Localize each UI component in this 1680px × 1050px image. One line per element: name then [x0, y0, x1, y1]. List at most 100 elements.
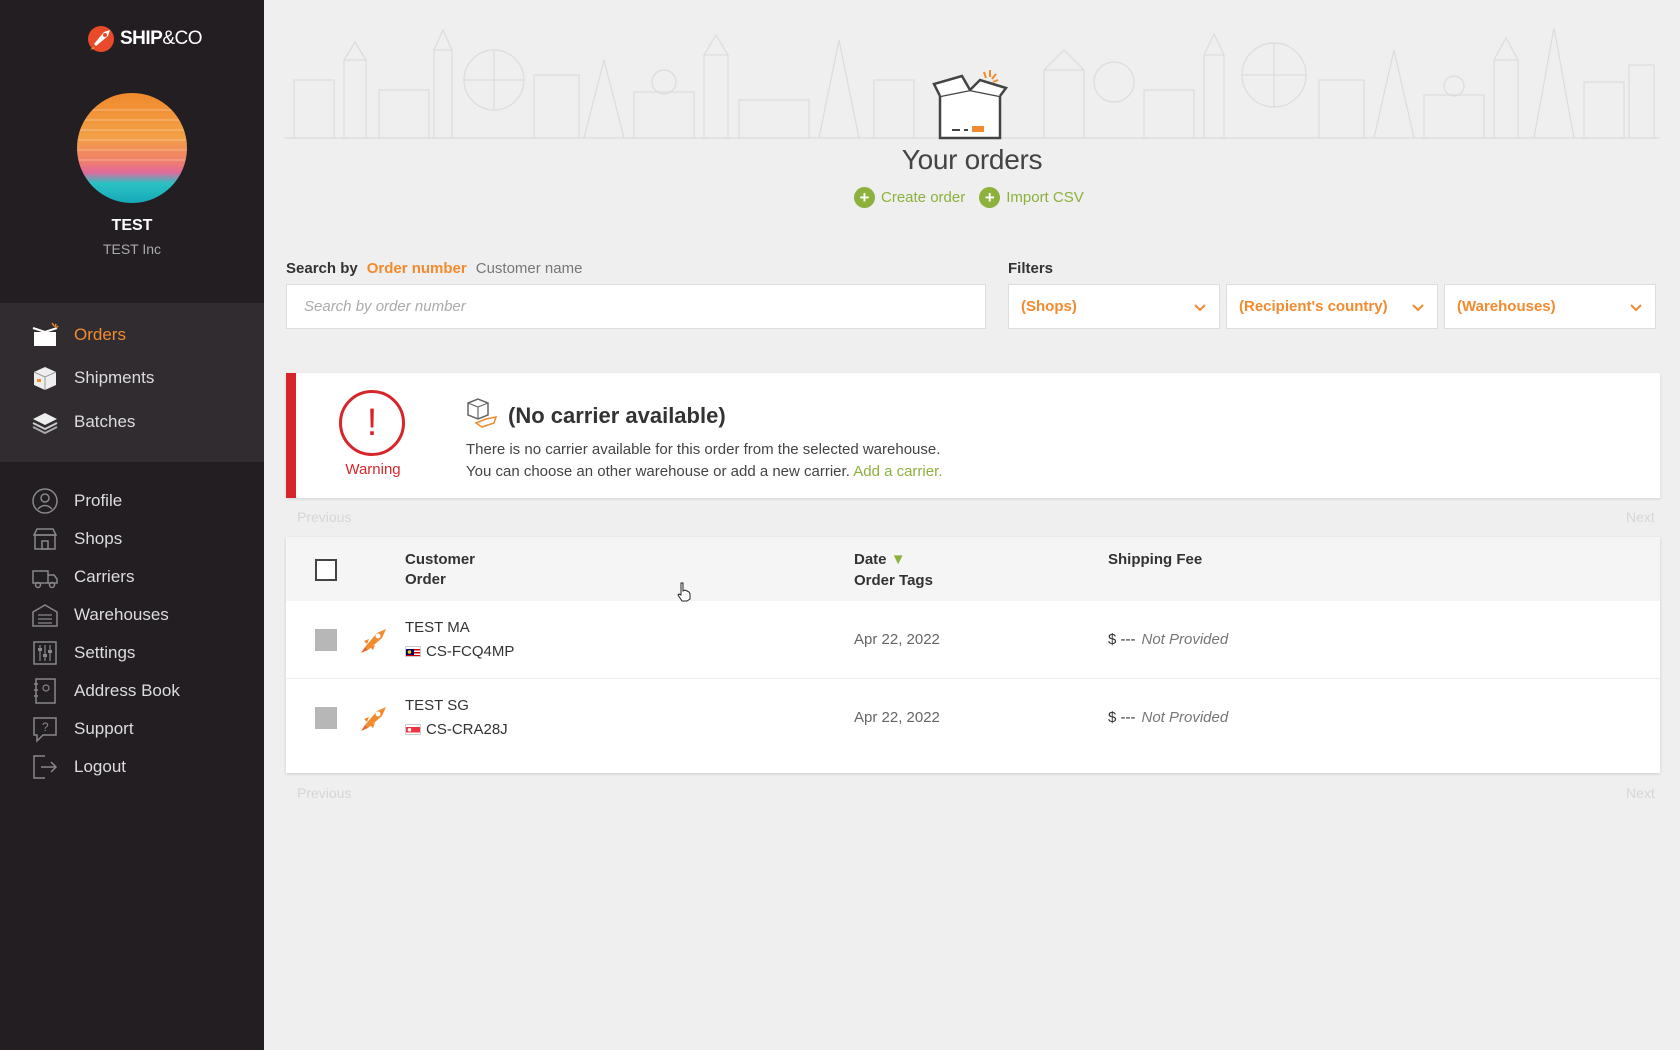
primary-nav: Orders Shipments Batches [0, 303, 264, 462]
order-number[interactable]: CS-FCQ4MP [426, 643, 514, 660]
sidebar-item-profile[interactable]: Profile [30, 486, 122, 516]
table-row[interactable]: TEST MA CS-FCQ4MP Apr 22, 2022 $ --- Not … [286, 601, 1660, 679]
column-header-date[interactable]: Date ▼ [854, 551, 906, 568]
sidebar-item-label: Batches [74, 412, 136, 431]
row-checkbox[interactable] [315, 629, 337, 651]
sidebar-item-label: Shops [74, 529, 123, 548]
plus-circle-icon: + [854, 187, 875, 208]
country-filter-value: (Recipient's country) [1239, 298, 1388, 315]
header-actions: + Create order + Import CSV [854, 187, 1084, 208]
sidebar-item-shipments[interactable]: Shipments [30, 363, 154, 393]
order-date: Apr 22, 2022 [854, 631, 940, 648]
sidebar-item-address-book[interactable]: Address Book [30, 676, 180, 706]
search-by-selector: Search by Order number Customer name [286, 260, 582, 277]
table-row[interactable]: TEST SG CS-CRA28J Apr 22, 2022 $ --- Not … [286, 679, 1660, 757]
carriers-icon [30, 562, 60, 592]
batches-icon [30, 407, 60, 437]
page-title: Your orders [901, 144, 1043, 175]
customer-name: TEST SG [405, 697, 469, 714]
chevron-down-icon [1194, 303, 1206, 311]
shops-filter-dropdown[interactable]: (Shops) [1008, 284, 1220, 329]
fee-note: Not Provided [1141, 631, 1229, 648]
chevron-down-icon [1630, 303, 1642, 311]
column-header-shipping-fee: Shipping Fee [1108, 551, 1203, 568]
sidebar-item-label: Address Book [74, 681, 180, 700]
order-date: Apr 22, 2022 [854, 709, 940, 726]
orders-table: Customer Order Date ▼ Order Tags Shippin… [286, 537, 1660, 773]
warning-message-2: You can choose an other warehouse or add… [466, 463, 942, 480]
logo[interactable]: SHIP&CO [84, 22, 203, 56]
create-order-label: Create order [881, 189, 966, 206]
previous-page-link-top[interactable]: Previous [297, 509, 351, 525]
sidebar-item-settings[interactable]: Settings [30, 638, 135, 668]
sidebar-item-label: Carriers [74, 567, 135, 586]
orders-icon [30, 320, 60, 350]
shops-icon [30, 524, 60, 554]
column-header-order[interactable]: Order [405, 571, 446, 588]
fee-amount: $ --- [1108, 631, 1136, 648]
sidebar-item-label: Profile [74, 491, 123, 510]
shops-filter-value: (Shops) [1021, 298, 1077, 315]
import-csv-button[interactable]: + Import CSV [979, 187, 1084, 208]
warning-title: (No carrier available) [508, 403, 726, 428]
singapore-flag-icon [405, 724, 421, 735]
warning-message-text: You can choose an other warehouse or add… [466, 463, 850, 480]
sidebar-item-orders[interactable]: Orders [30, 320, 126, 350]
sidebar-item-label: Logout [74, 757, 126, 776]
row-checkbox[interactable] [315, 707, 337, 729]
sidebar-item-label: Support [74, 719, 134, 738]
package-hand-icon [467, 398, 498, 428]
sidebar-item-label: Warehouses [74, 605, 169, 624]
country-filter-dropdown[interactable]: (Recipient's country) [1226, 284, 1438, 329]
sort-descending-icon: ▼ [890, 551, 906, 568]
user-company: TEST Inc [102, 241, 162, 257]
rocket-logo-icon [88, 26, 114, 52]
next-page-link-bottom[interactable]: Next [1626, 785, 1655, 801]
sidebar-item-shops[interactable]: Shops [30, 524, 122, 554]
sidebar-item-support[interactable]: ? Support [30, 714, 134, 744]
search-option-order-number[interactable]: Order number [367, 260, 467, 277]
open-box-icon [932, 70, 1008, 140]
malaysia-flag-icon [405, 646, 421, 657]
main-content: Your orders + Create order + Import CSV … [264, 0, 1680, 1050]
table-header: Customer Order Date ▼ Order Tags Shippin… [286, 537, 1660, 601]
sidebar-item-label: Orders [74, 325, 126, 344]
order-reference: CS-CRA28J [405, 721, 508, 738]
sidebar-item-label: Settings [74, 643, 136, 662]
logout-icon [30, 752, 60, 782]
profile-icon [30, 486, 60, 516]
create-order-button[interactable]: + Create order [854, 187, 965, 208]
order-reference: CS-FCQ4MP [405, 643, 514, 660]
add-carrier-link[interactable]: Add a carrier. [853, 463, 942, 480]
search-option-customer-name[interactable]: Customer name [476, 260, 583, 277]
user-name: TEST [111, 217, 153, 234]
shipping-fee: $ --- Not Provided [1108, 631, 1228, 648]
column-header-customer[interactable]: Customer [405, 551, 475, 568]
rocket-icon [361, 707, 386, 731]
address-book-icon [30, 676, 60, 706]
rocket-icon [361, 629, 386, 653]
warehouses-filter-value: (Warehouses) [1457, 298, 1556, 315]
import-csv-label: Import CSV [1006, 189, 1084, 206]
warning-symbol: ! [366, 401, 378, 444]
svg-text:?: ? [42, 720, 49, 734]
sidebar-item-logout[interactable]: Logout [30, 752, 126, 782]
sidebar-item-carriers[interactable]: Carriers [30, 562, 134, 592]
filters-label: Filters [1008, 260, 1054, 277]
support-icon: ? [30, 714, 60, 744]
customer-name: TEST MA [405, 619, 470, 636]
shipping-fee: $ --- Not Provided [1108, 709, 1228, 726]
brand-name: SHIP&CO [120, 28, 203, 49]
sidebar-item-warehouses[interactable]: Warehouses [30, 600, 169, 630]
search-input[interactable] [286, 284, 986, 329]
sidebar-item-batches[interactable]: Batches [30, 407, 135, 437]
sidebar-item-label: Shipments [74, 368, 155, 387]
next-page-link-top[interactable]: Next [1626, 509, 1655, 525]
select-all-checkbox[interactable] [315, 559, 337, 581]
fee-note: Not Provided [1141, 709, 1229, 726]
shipments-icon [30, 363, 60, 393]
previous-page-link-bottom[interactable]: Previous [297, 785, 351, 801]
warehouses-filter-dropdown[interactable]: (Warehouses) [1444, 284, 1656, 329]
order-number[interactable]: CS-CRA28J [426, 721, 508, 738]
avatar[interactable] [77, 93, 187, 203]
